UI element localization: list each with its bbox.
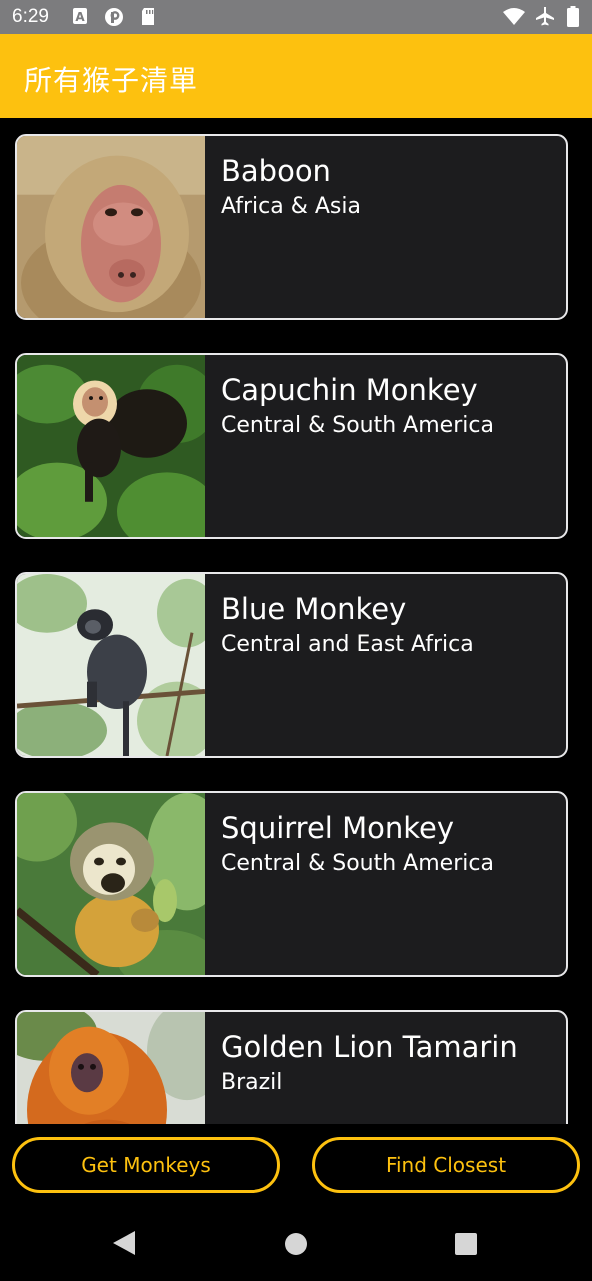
page-title: 所有猴子清單 [24,64,199,97]
capuchin-photo [17,355,205,537]
monkey-name: Capuchin Monkey [221,373,478,407]
golden-lion-tamarin-photo [17,1012,205,1124]
monkey-list[interactable]: Baboon Africa & Asia Capuchin Monkey Cen… [0,118,592,1124]
monkey-name: Baboon [221,154,331,188]
monkey-card-golden-lion-tamarin[interactable]: Golden Lion Tamarin Brazil [15,1010,568,1124]
app-bar: 所有猴子清單 [0,34,592,118]
get-monkeys-button[interactable]: Get Monkeys [12,1137,280,1193]
monkey-location: Brazil [221,1070,283,1095]
monkey-location: Central & South America [221,413,494,438]
recents-icon[interactable] [455,1233,477,1255]
monkey-location: Central & South America [221,851,494,876]
monkey-card-blue-monkey[interactable]: Blue Monkey Central and East Africa [15,572,568,758]
squirrel-monkey-photo [17,793,205,975]
monkey-card-capuchin[interactable]: Capuchin Monkey Central & South America [15,353,568,539]
monkey-name: Blue Monkey [221,592,407,626]
p-circle-icon [105,8,123,26]
svg-text:A: A [75,10,85,24]
status-bar: 6:29 A [0,0,592,34]
monkey-location: Africa & Asia [221,194,361,219]
sd-card-icon [142,8,154,25]
back-icon[interactable] [113,1231,135,1255]
monkey-card-baboon[interactable]: Baboon Africa & Asia [15,134,568,320]
blue-monkey-photo [17,574,205,756]
home-icon[interactable] [285,1233,307,1255]
status-time: 6:29 [12,6,49,27]
find-closest-button[interactable]: Find Closest [312,1137,580,1193]
baboon-photo [17,136,205,318]
text-a-icon: A [73,8,87,24]
monkey-card-squirrel-monkey[interactable]: Squirrel Monkey Central & South America [15,791,568,977]
monkey-name: Squirrel Monkey [221,811,454,845]
wifi-icon [503,8,525,25]
airplane-icon [536,7,554,26]
monkey-location: Central and East Africa [221,632,474,657]
monkey-name: Golden Lion Tamarin [221,1030,518,1064]
battery-icon [567,6,579,27]
system-nav-bar [0,1205,592,1281]
